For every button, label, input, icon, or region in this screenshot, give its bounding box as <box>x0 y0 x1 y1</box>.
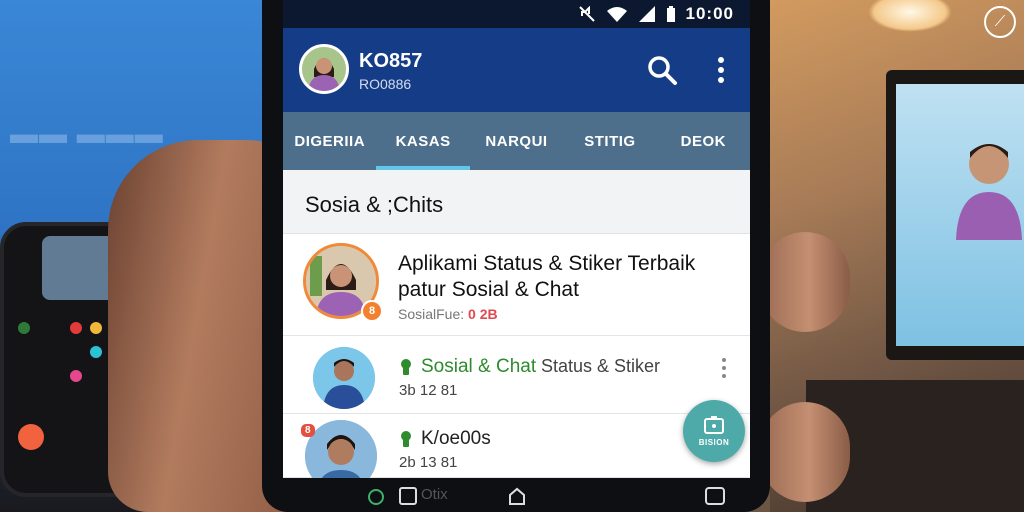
item-subtitle-label: SosialFue: <box>398 306 465 322</box>
tab-narqui[interactable]: NARQUI <box>470 112 563 170</box>
section-title: Sosia & ;Chits <box>305 192 444 217</box>
fab-label: BISION <box>698 438 730 447</box>
item-count: 0 2B <box>468 306 498 322</box>
signal-icon <box>638 6 655 22</box>
wifi-icon <box>606 7 627 22</box>
background-dot <box>90 322 102 334</box>
mute-icon <box>578 6 595 22</box>
more-vert-icon[interactable] <box>719 356 729 380</box>
background-dot <box>18 424 44 450</box>
list-item[interactable]: 8 Aplikami Status & Stiker Terbaik patur… <box>283 234 750 336</box>
background-dot <box>90 346 102 358</box>
battery-icon <box>666 6 675 22</box>
phone-screen: 10:00 KO857 RO0886 DIGERIIA KASAS NARQUI… <box>283 0 750 478</box>
item-time: 2b 13 81 <box>399 454 458 471</box>
hand-finger <box>760 232 850 332</box>
nav-bar: Otix <box>283 478 750 512</box>
tab-kasas[interactable]: KASAS <box>376 112 471 170</box>
home-icon[interactable] <box>507 486 527 506</box>
avatar <box>313 347 375 409</box>
background-tv-right <box>886 70 1024 360</box>
lock-icon <box>401 431 411 447</box>
chat-icon[interactable] <box>367 488 385 506</box>
fab-button[interactable]: BISION <box>683 400 745 462</box>
search-icon[interactable] <box>646 54 678 86</box>
profile-subtitle: RO0886 <box>359 76 412 92</box>
section-header: Sosia & ;Chits <box>283 170 750 234</box>
avatar <box>305 420 377 478</box>
item-title: Aplikami Status & Stiker Terbaik patur S… <box>398 252 696 301</box>
item-tag: Status & Stiker <box>541 356 661 376</box>
avatar-badge: 8 <box>301 424 315 437</box>
list-item[interactable]: 8 K/oe00s 2b 13 81 <box>283 414 750 478</box>
background-dot <box>70 370 82 382</box>
item-name: K/oe00s <box>421 428 491 449</box>
profile-name: KO857 <box>359 50 423 72</box>
more-vert-icon[interactable] <box>711 54 731 86</box>
phone: 10:00 KO857 RO0886 DIGERIIA KASAS NARQUI… <box>262 0 770 512</box>
avatar-badge: 8 <box>361 300 383 322</box>
background-person <box>956 144 1022 240</box>
profile-avatar[interactable] <box>299 44 349 94</box>
back-icon[interactable] <box>399 487 417 505</box>
background-dot <box>18 322 30 334</box>
background-tv-screen <box>896 84 1024 346</box>
nav-label: Otix <box>421 486 448 503</box>
hand-finger <box>760 402 850 502</box>
item-name: Sosial & Chat <box>421 356 537 377</box>
background-dot <box>70 322 82 334</box>
lock-icon <box>401 359 411 375</box>
camera-icon <box>704 416 724 434</box>
avatar-photo <box>305 420 377 478</box>
status-bar: 10:00 <box>283 0 750 28</box>
status-time: 10:00 <box>685 4 734 23</box>
item-subtitle: SosialFue: 0 2B <box>398 306 498 322</box>
profile-photo <box>302 47 346 91</box>
tab-bar: DIGERIIA KASAS NARQUI STITIG DEOK <box>283 112 750 170</box>
tab-stitig[interactable]: STITIG <box>563 112 656 170</box>
app-bar: KO857 RO0886 <box>283 28 750 112</box>
clock-icon: ⟋ <box>984 6 1016 38</box>
list-item[interactable]: Sosial & Chat Status & Stiker 3b 12 81 <box>283 336 750 414</box>
tab-digeriia[interactable]: DIGERIIA <box>283 112 376 170</box>
tab-deok[interactable]: DEOK <box>657 112 750 170</box>
avatar-photo <box>313 347 375 409</box>
recents-icon[interactable] <box>705 487 725 505</box>
item-time: 3b 12 81 <box>399 382 458 399</box>
